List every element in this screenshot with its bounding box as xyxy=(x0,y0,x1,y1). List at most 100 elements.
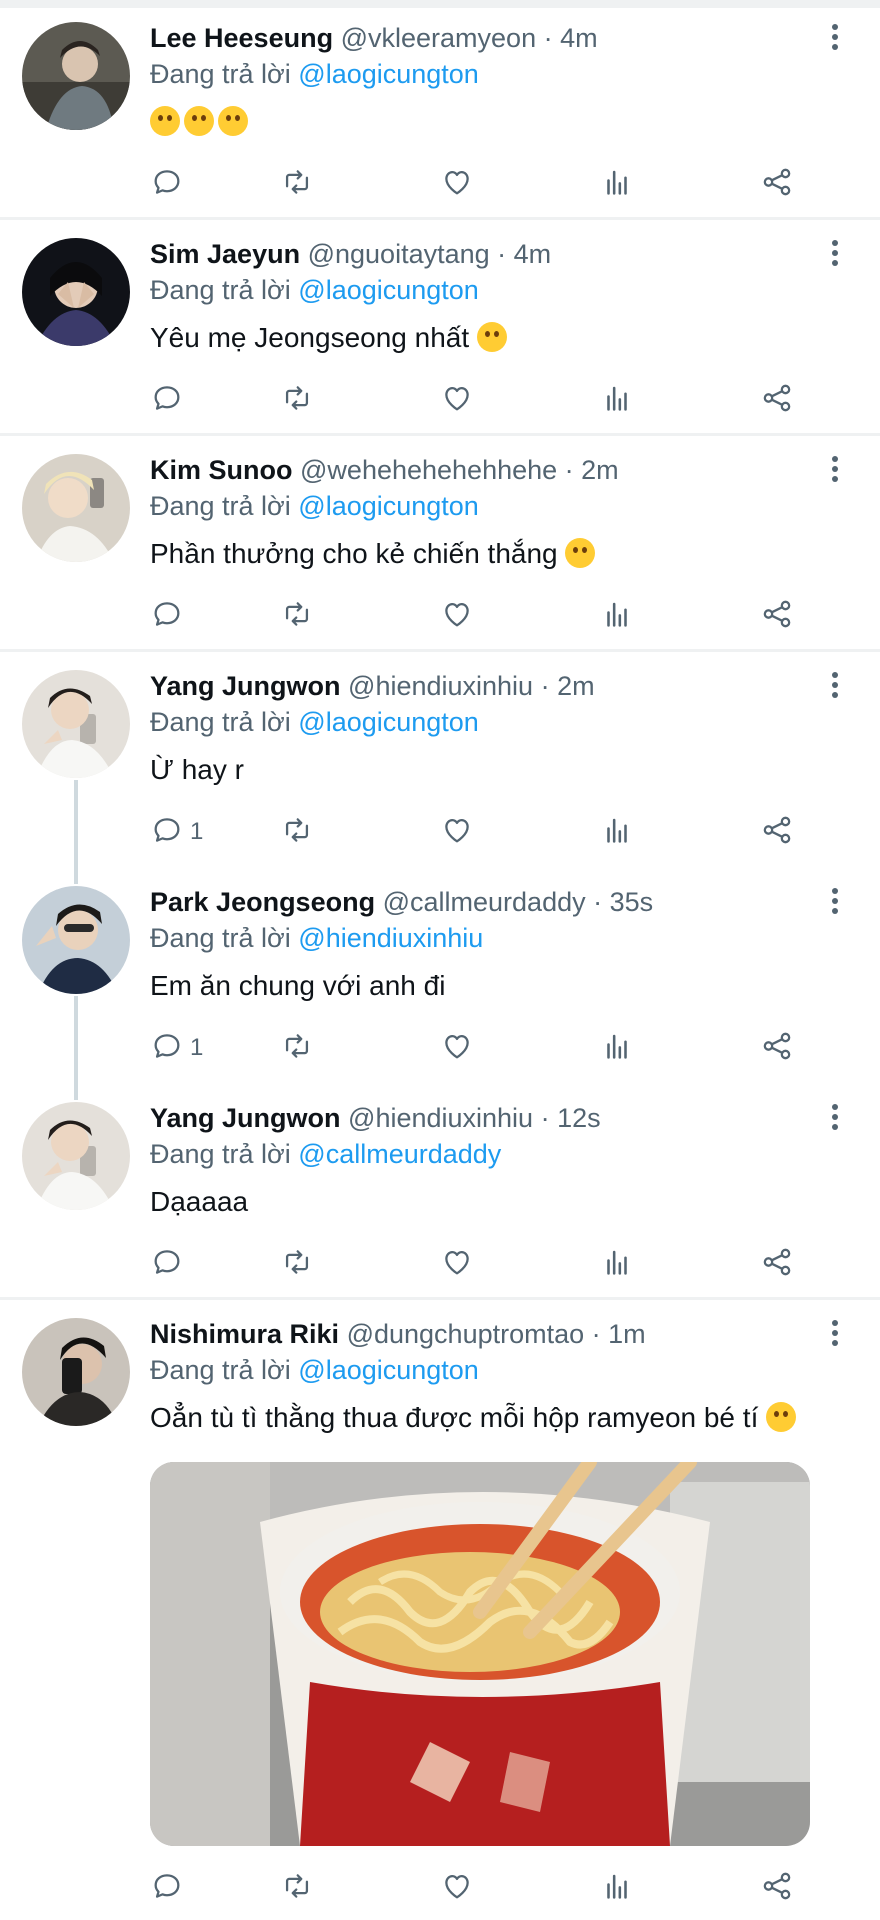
like-button[interactable] xyxy=(440,1028,474,1068)
timestamp[interactable]: · 2m xyxy=(541,671,595,701)
analytics-icon xyxy=(600,813,634,852)
avatar[interactable] xyxy=(22,1102,130,1210)
tweet-text-content: Ừ hay r xyxy=(150,754,244,785)
display-name[interactable]: Park Jeongseong xyxy=(150,887,375,917)
more-options-icon[interactable] xyxy=(830,240,840,270)
reply-button[interactable]: 1 xyxy=(150,1028,203,1068)
avatar[interactable] xyxy=(22,238,130,346)
tweet[interactable]: Sim Jaeyun @nguoitaytang · 4m Đang trả l… xyxy=(0,216,880,432)
display-name[interactable]: Yang Jungwon xyxy=(150,1103,341,1133)
user-handle[interactable]: @nguoitaytang xyxy=(308,239,490,269)
avatar[interactable] xyxy=(22,454,130,562)
timestamp[interactable]: · 4m xyxy=(544,23,598,53)
like-button[interactable] xyxy=(440,812,474,852)
tweet[interactable]: Yang Jungwon @hiendiuxinhiu · 12s Đang t… xyxy=(0,1080,880,1296)
mention-link[interactable]: @laogicungton xyxy=(298,59,479,89)
share-button[interactable] xyxy=(760,1868,794,1908)
user-handle[interactable]: @wehehehehehhehe xyxy=(300,455,557,485)
analytics-button[interactable] xyxy=(600,1028,634,1068)
timestamp[interactable]: · 1m xyxy=(592,1319,646,1349)
reply-button[interactable] xyxy=(150,1868,190,1908)
retweet-button[interactable] xyxy=(280,1868,314,1908)
timestamp[interactable]: · 4m xyxy=(497,239,551,269)
retweet-button[interactable] xyxy=(280,812,314,852)
display-name[interactable]: Yang Jungwon xyxy=(150,671,341,701)
reply-button[interactable] xyxy=(150,596,190,636)
user-handle[interactable]: @callmeurdaddy xyxy=(383,887,586,917)
timestamp[interactable]: · 35s xyxy=(593,887,653,917)
like-icon xyxy=(440,597,474,636)
retweet-button[interactable] xyxy=(280,1028,314,1068)
action-bar xyxy=(150,596,840,636)
more-options-icon[interactable] xyxy=(830,1320,840,1350)
tweet[interactable]: Yang Jungwon @hiendiuxinhiu · 2m Đang tr… xyxy=(0,648,880,864)
like-button[interactable] xyxy=(440,380,474,420)
analytics-button[interactable] xyxy=(600,1868,634,1908)
avatar[interactable] xyxy=(22,22,130,130)
timestamp[interactable]: · 2m xyxy=(565,455,619,485)
action-bar xyxy=(150,1868,840,1908)
mention-link[interactable]: @laogicungton xyxy=(298,1355,479,1385)
share-button[interactable] xyxy=(760,812,794,852)
analytics-button[interactable] xyxy=(600,1244,634,1284)
avatar[interactable] xyxy=(22,886,130,994)
thread-line xyxy=(74,996,78,1080)
analytics-button[interactable] xyxy=(600,812,634,852)
mention-link[interactable]: @laogicungton xyxy=(298,707,479,737)
share-icon xyxy=(760,597,794,636)
avatar[interactable] xyxy=(22,1318,130,1426)
display-name[interactable]: Nishimura Riki xyxy=(150,1319,339,1349)
user-handle[interactable]: @hiendiuxinhiu xyxy=(348,1103,533,1133)
tweet[interactable]: Park Jeongseong @callmeurdaddy · 35s Đan… xyxy=(0,864,880,1080)
more-options-icon[interactable] xyxy=(830,456,840,486)
analytics-button[interactable] xyxy=(600,164,634,204)
tweet[interactable]: Kim Sunoo @wehehehehehhehe · 2m Đang trả… xyxy=(0,432,880,648)
tweet-media-image[interactable] xyxy=(150,1462,810,1846)
reply-icon xyxy=(150,1029,184,1068)
analytics-button[interactable] xyxy=(600,380,634,420)
more-options-icon[interactable] xyxy=(830,24,840,54)
reply-button[interactable]: 1 xyxy=(150,812,203,852)
replying-label: Đang trả lời xyxy=(150,1355,291,1385)
user-handle[interactable]: @hiendiuxinhiu xyxy=(348,671,533,701)
more-options-icon[interactable] xyxy=(830,1104,840,1134)
unamused-emoji-icon xyxy=(766,1402,797,1432)
like-button[interactable] xyxy=(440,164,474,204)
share-button[interactable] xyxy=(760,1028,794,1068)
more-options-icon[interactable] xyxy=(830,888,840,918)
reply-button[interactable] xyxy=(150,1244,190,1284)
analytics-button[interactable] xyxy=(600,596,634,636)
mention-link[interactable]: @laogicungton xyxy=(298,275,479,305)
tweet-text-content: Em ăn chung với anh đi xyxy=(150,970,446,1001)
share-button[interactable] xyxy=(760,164,794,204)
reply-button[interactable] xyxy=(150,380,190,420)
like-button[interactable] xyxy=(440,1868,474,1908)
user-handle[interactable]: @dungchuptromtao xyxy=(347,1319,585,1349)
share-button[interactable] xyxy=(760,1244,794,1284)
user-handle[interactable]: @vkleeramyeon xyxy=(341,23,537,53)
retweet-button[interactable] xyxy=(280,596,314,636)
display-name[interactable]: Kim Sunoo xyxy=(150,455,293,485)
tweet[interactable]: Lee Heeseung @vkleeramyeon · 4m Đang trả… xyxy=(0,0,880,216)
avatar[interactable] xyxy=(22,670,130,778)
share-button[interactable] xyxy=(760,596,794,636)
like-icon xyxy=(440,813,474,852)
retweet-button[interactable] xyxy=(280,164,314,204)
display-name[interactable]: Lee Heeseung xyxy=(150,23,333,53)
like-icon xyxy=(440,1869,474,1908)
mention-link[interactable]: @callmeurdaddy xyxy=(298,1139,501,1169)
timestamp[interactable]: · 12s xyxy=(541,1103,601,1133)
display-name[interactable]: Sim Jaeyun xyxy=(150,239,300,269)
retweet-icon xyxy=(280,165,314,204)
share-button[interactable] xyxy=(760,380,794,420)
retweet-button[interactable] xyxy=(280,380,314,420)
mention-link[interactable]: @laogicungton xyxy=(298,491,479,521)
retweet-button[interactable] xyxy=(280,1244,314,1284)
reply-button[interactable] xyxy=(150,164,190,204)
replying-to: Đang trả lời @laogicungton xyxy=(150,272,479,308)
mention-link[interactable]: @hiendiuxinhiu xyxy=(298,923,483,953)
cat-emoji-icon xyxy=(565,538,596,568)
like-button[interactable] xyxy=(440,596,474,636)
like-button[interactable] xyxy=(440,1244,474,1284)
more-options-icon[interactable] xyxy=(830,672,840,702)
